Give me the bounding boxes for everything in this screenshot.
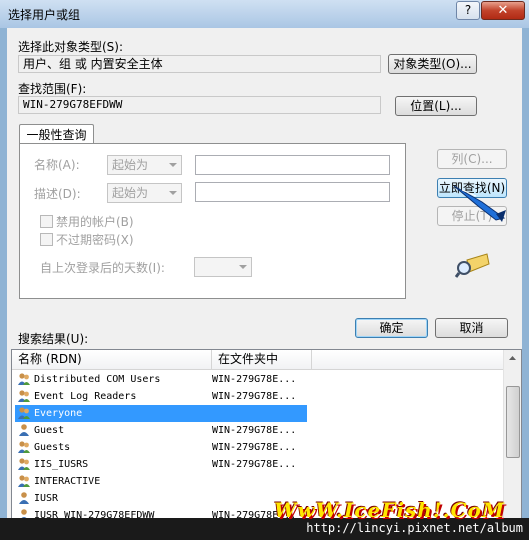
location-label: 查找范围(F): [18, 82, 87, 96]
close-button[interactable]: ✕ [481, 1, 525, 20]
column-header-filler [312, 350, 505, 370]
locations-button[interactable]: 位置(L)... [395, 96, 477, 116]
name-cell: IIS_IUSRS [15, 456, 208, 473]
days-since-logon-select[interactable] [194, 257, 252, 277]
table-row[interactable]: Distributed COM Users WIN-279G78E... [12, 371, 502, 388]
row-folder: WIN-279G78E... [212, 425, 297, 436]
name-cell: INTERACTIVE [15, 473, 208, 490]
user-icon [19, 424, 29, 436]
row-folder: WIN-279G78E... [212, 391, 297, 402]
group-icon [18, 407, 30, 419]
chevron-down-icon [169, 163, 177, 167]
chevron-down-icon [169, 191, 177, 195]
name-input[interactable] [195, 155, 390, 175]
name-mode-select[interactable]: 起始为 [107, 155, 182, 175]
dialog-body: 选择此对象类型(S): 用户、组 或 内置安全主体 对象类型(O)... 查找范… [7, 28, 522, 540]
name-cell: Everyone [15, 405, 208, 422]
non-expiring-password-checkbox[interactable] [40, 233, 53, 246]
ok-button[interactable]: 确定 [355, 318, 428, 338]
disabled-accounts-checkbox[interactable] [40, 215, 53, 228]
group-icon [18, 390, 30, 402]
cancel-button[interactable]: 取消 [435, 318, 508, 338]
object-types-label: 选择此对象类型(S): [18, 40, 124, 54]
fish-cursor-icon [453, 185, 506, 222]
days-since-logon-label: 自上次登录后的天数(I): [40, 261, 165, 275]
selection-highlight [208, 405, 307, 422]
row-name: Everyone [34, 408, 83, 419]
title-bar: 选择用户或组 ? ✕ [0, 0, 529, 28]
search-icon [455, 253, 490, 278]
non-expiring-password-label: 不过期密码(X) [56, 233, 134, 247]
table-row[interactable]: Guest WIN-279G78E... [12, 422, 502, 439]
name-cell: Guest [15, 422, 208, 439]
row-name: Distributed COM Users [34, 374, 161, 385]
location-value: WIN-279G78EFDWW [18, 96, 381, 114]
column-header-name[interactable]: 名称 (RDN) [12, 350, 212, 370]
scroll-up-icon[interactable] [504, 350, 521, 367]
description-label: 描述(D): [34, 187, 81, 201]
tab-common-queries[interactable]: 一般性查询 [19, 124, 94, 145]
watermark-url: http://lincyi.pixnet.net/album [306, 521, 523, 535]
row-folder: WIN-279G78E... [212, 459, 297, 470]
row-folder: WIN-279G78E... [212, 442, 297, 453]
column-header-folder[interactable]: 在文件夹中 [212, 350, 312, 370]
group-icon [18, 458, 30, 470]
group-icon [18, 441, 30, 453]
description-mode-select[interactable]: 起始为 [107, 183, 182, 203]
disabled-accounts-label: 禁用的帐户(B) [56, 215, 134, 229]
name-mode-value: 起始为 [112, 158, 149, 172]
row-folder: WIN-279G78E... [212, 374, 297, 385]
description-mode-value: 起始为 [112, 186, 149, 200]
window-title: 选择用户或组 [8, 8, 81, 22]
table-row[interactable]: Guests WIN-279G78E... [12, 439, 502, 456]
watermark-logo: WwW.IceFish!.CoM [274, 498, 505, 522]
scrollbar-thumb[interactable] [506, 386, 520, 458]
name-cell: IUSR [15, 490, 208, 507]
row-name: Guests [34, 442, 71, 453]
table-row[interactable]: IIS_IUSRS WIN-279G78E... [12, 456, 502, 473]
group-icon [18, 373, 30, 385]
vertical-scrollbar[interactable] [503, 350, 521, 539]
name-cell: Event Log Readers [15, 388, 208, 405]
group-icon [18, 475, 30, 487]
columns-button[interactable]: 列(C)... [437, 149, 507, 169]
row-name: Event Log Readers [34, 391, 137, 402]
row-name: IUSR [34, 493, 59, 504]
search-results-label: 搜索结果(U): [18, 332, 89, 346]
table-row[interactable]: Everyone [12, 405, 502, 422]
chevron-down-icon [239, 265, 247, 269]
table-row[interactable]: INTERACTIVE [12, 473, 502, 490]
name-cell: Distributed COM Users [15, 371, 208, 388]
name-cell: Guests [15, 439, 208, 456]
user-icon [19, 492, 29, 504]
help-button[interactable]: ? [456, 1, 480, 20]
description-input[interactable] [195, 182, 390, 202]
row-name: IIS_IUSRS [34, 459, 89, 470]
row-name: INTERACTIVE [34, 476, 101, 487]
row-name: Guest [34, 425, 65, 436]
common-queries-pane: 名称(A): 起始为 描述(D): 起始为 禁用的帐户(B) 不过期密码(X) … [19, 143, 406, 299]
object-types-button[interactable]: 对象类型(O)... [388, 54, 477, 74]
object-types-value: 用户、组 或 内置安全主体 [18, 55, 381, 73]
name-label: 名称(A): [34, 158, 80, 172]
table-row[interactable]: Event Log Readers WIN-279G78E... [12, 388, 502, 405]
